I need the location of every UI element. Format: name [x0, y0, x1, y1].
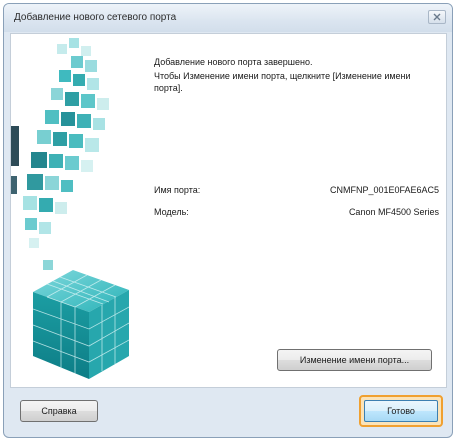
rename-port-button[interactable]: Изменение имени порта...	[277, 349, 432, 371]
port-name-row: Имя порта: CNMFNP_001E0FAE6AC5	[154, 185, 439, 197]
window-title: Добавление нового сетевого порта	[14, 12, 177, 23]
network-cubes-illustration	[11, 38, 130, 379]
close-icon	[433, 13, 441, 21]
close-button[interactable]	[428, 10, 446, 24]
wizard-content: Добавление нового порта завершено. Чтобы…	[10, 33, 447, 388]
completion-message: Добавление нового порта завершено. Чтобы…	[154, 56, 439, 96]
rename-hint-text: Чтобы Изменение имени порта, щелкните [И…	[154, 71, 411, 93]
model-row: Модель: Canon MF4500 Series	[154, 207, 439, 219]
completion-text: Добавление нового порта завершено.	[154, 57, 313, 67]
help-button[interactable]: Справка	[20, 400, 98, 422]
finish-button-label: Готово	[364, 400, 438, 422]
wizard-window: Добавление нового сетевого порта Добавле…	[3, 3, 453, 438]
finish-button[interactable]: Готово	[359, 395, 443, 427]
port-name-label: Имя порта:	[154, 185, 201, 195]
title-bar[interactable]: Добавление нового сетевого порта	[4, 4, 452, 32]
port-name-value: CNMFNP_001E0FAE6AC5	[329, 185, 439, 195]
model-label: Модель:	[154, 207, 189, 217]
model-value: Canon MF4500 Series	[348, 207, 439, 217]
